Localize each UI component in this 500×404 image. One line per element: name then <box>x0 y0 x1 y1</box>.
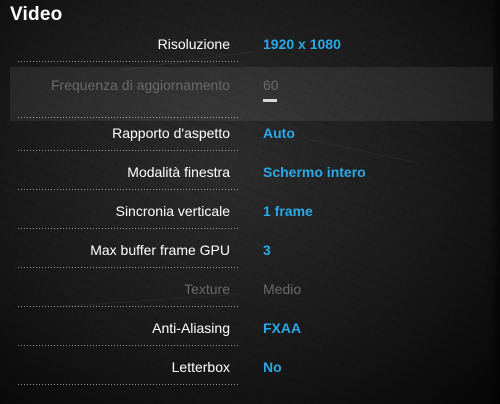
setting-label: Letterbox <box>171 359 230 375</box>
dotted-separator <box>18 150 238 151</box>
setting-value[interactable]: Auto <box>263 125 295 141</box>
setting-label: Rapporto d'aspetto <box>112 125 230 141</box>
setting-row-texture[interactable]: Texture Medio <box>10 273 493 309</box>
dotted-separator <box>18 228 238 229</box>
dotted-separator <box>18 345 238 346</box>
setting-label: Risoluzione <box>157 36 230 52</box>
setting-label: Texture <box>184 281 230 297</box>
dotted-separator <box>18 189 238 190</box>
setting-row-letterbox[interactable]: Letterbox No <box>10 351 493 387</box>
dotted-separator <box>18 267 238 268</box>
setting-label: Frequenza di aggiornamento <box>50 77 230 93</box>
selection-cursor-icon <box>263 99 277 102</box>
setting-label: Sincronia verticale <box>115 203 230 219</box>
setting-value[interactable]: FXAA <box>263 320 301 336</box>
setting-value[interactable]: 1 frame <box>263 203 313 219</box>
setting-value[interactable]: 1920 x 1080 <box>263 36 341 52</box>
dotted-separator <box>18 384 238 385</box>
dotted-separator <box>18 306 238 307</box>
setting-row-aspect-ratio[interactable]: Rapporto d'aspetto Auto <box>10 117 493 153</box>
setting-value[interactable]: No <box>263 359 282 375</box>
video-settings-screen: Video Risoluzione 1920 x 1080 Frequenza … <box>0 0 500 404</box>
setting-row-gpu-max-buffered-frames[interactable]: Max buffer frame GPU 3 <box>10 234 493 270</box>
setting-value[interactable]: 60 <box>263 77 279 93</box>
setting-row-vsync[interactable]: Sincronia verticale 1 frame <box>10 195 493 231</box>
setting-row-anti-aliasing[interactable]: Anti-Aliasing FXAA <box>10 312 493 348</box>
setting-label: Modalità finestra <box>127 164 230 180</box>
menu-title: Video <box>10 4 63 25</box>
setting-value[interactable]: Schermo intero <box>263 164 366 180</box>
setting-row-resolution[interactable]: Risoluzione 1920 x 1080 <box>10 28 493 64</box>
setting-row-window-mode[interactable]: Modalità finestra Schermo intero <box>10 156 493 192</box>
setting-label: Anti-Aliasing <box>152 320 230 336</box>
setting-value[interactable]: Medio <box>263 281 301 297</box>
dotted-separator <box>18 61 238 62</box>
setting-label: Max buffer frame GPU <box>90 242 230 258</box>
setting-row-refresh-rate[interactable]: Frequenza di aggiornamento 60 <box>10 67 493 121</box>
setting-value[interactable]: 3 <box>263 242 271 258</box>
